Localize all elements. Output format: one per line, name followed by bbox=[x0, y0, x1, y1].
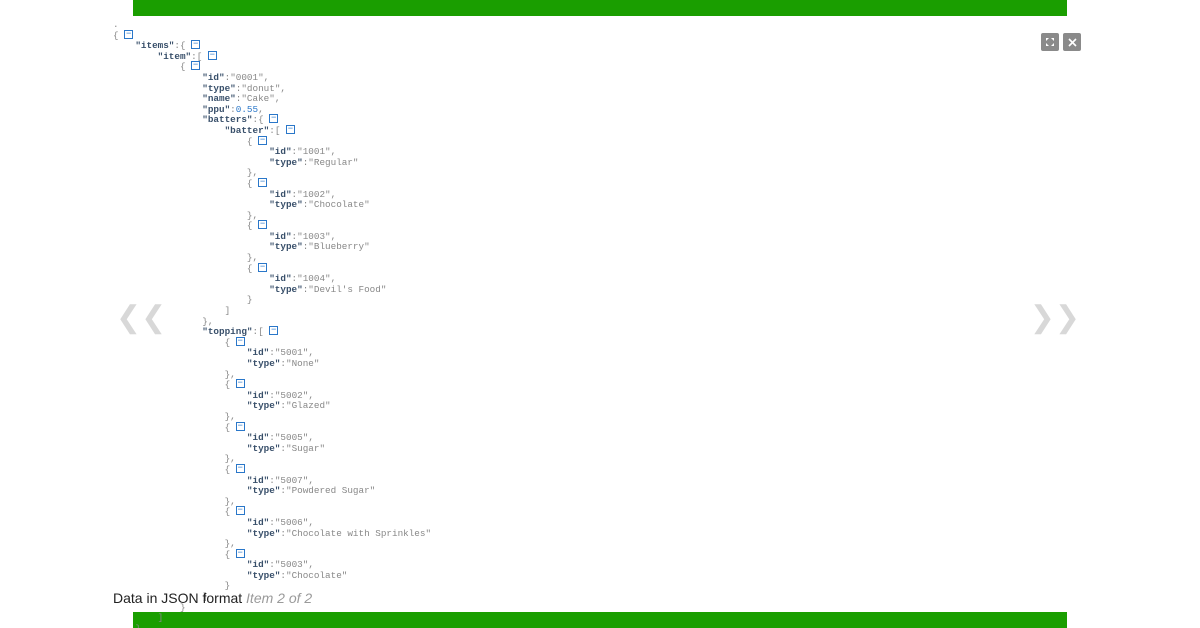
caption: Data in JSON format Item 2 of 2 bbox=[113, 590, 312, 606]
collapse-toggle[interactable]: − bbox=[269, 326, 278, 335]
collapse-toggle[interactable]: − bbox=[236, 549, 245, 558]
collapse-toggle[interactable]: − bbox=[236, 379, 245, 388]
collapse-toggle[interactable]: − bbox=[208, 51, 217, 60]
collapse-toggle[interactable]: − bbox=[269, 114, 278, 123]
collapse-toggle[interactable]: − bbox=[191, 40, 200, 49]
top-bar bbox=[133, 0, 1067, 16]
collapse-toggle[interactable]: − bbox=[236, 422, 245, 431]
collapse-toggle[interactable]: − bbox=[124, 30, 133, 39]
collapse-toggle[interactable]: − bbox=[286, 125, 295, 134]
collapse-toggle[interactable]: − bbox=[236, 464, 245, 473]
collapse-toggle[interactable]: − bbox=[258, 220, 267, 229]
collapse-toggle[interactable]: − bbox=[258, 178, 267, 187]
json-code: . { − "items":{ − "item":[ − { − "id":"0… bbox=[113, 20, 1087, 628]
collapse-toggle[interactable]: − bbox=[236, 337, 245, 346]
collapse-toggle[interactable]: − bbox=[236, 506, 245, 515]
caption-title: Data in JSON format bbox=[113, 590, 246, 606]
collapse-toggle[interactable]: − bbox=[258, 136, 267, 145]
caption-sub: Item 2 of 2 bbox=[246, 590, 312, 606]
collapse-toggle[interactable]: − bbox=[258, 263, 267, 272]
json-viewer: . { − "items":{ − "item":[ − { − "id":"0… bbox=[113, 20, 1087, 586]
collapse-toggle[interactable]: − bbox=[191, 61, 200, 70]
